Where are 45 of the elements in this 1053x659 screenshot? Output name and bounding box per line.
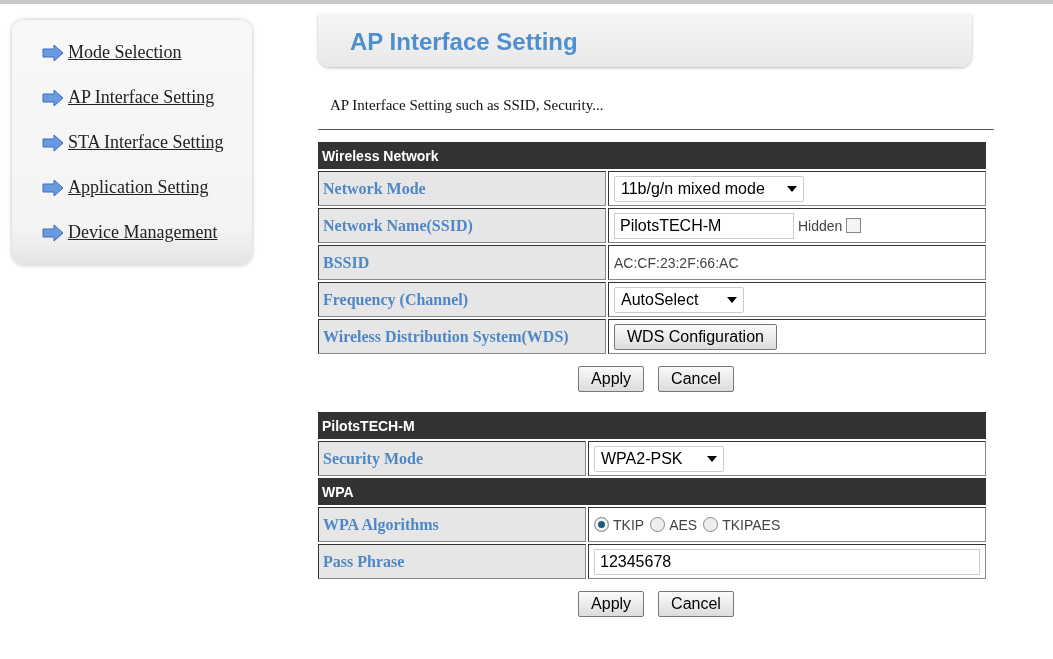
field-label: Security Mode bbox=[318, 441, 586, 476]
checkbox[interactable] bbox=[846, 218, 862, 233]
apply-button[interactable]: Apply bbox=[578, 591, 645, 617]
arrow-icon bbox=[42, 133, 64, 152]
sidebar-link[interactable]: Device Management bbox=[68, 222, 218, 243]
arrow-icon bbox=[42, 43, 64, 62]
bssid-value: AC:CF:23:2F:66:AC bbox=[614, 254, 739, 271]
radio-label: TKIP bbox=[613, 516, 645, 533]
radio-button[interactable] bbox=[650, 517, 666, 532]
radio-label: AES bbox=[669, 516, 698, 533]
input-field[interactable]: 12345678 bbox=[594, 548, 980, 575]
section-header: WPA bbox=[318, 478, 986, 505]
radio-button[interactable] bbox=[594, 517, 609, 532]
field-label: Network Mode bbox=[318, 171, 606, 206]
section-header: PilotsTECH-M bbox=[318, 412, 986, 439]
apply-button[interactable]: Apply bbox=[578, 366, 645, 392]
radio-label: TKIPAES bbox=[722, 516, 781, 533]
arrow-icon bbox=[42, 223, 64, 242]
arrow-icon bbox=[42, 178, 64, 197]
description: AP Interface Setting such as SSID, Security... bbox=[330, 97, 605, 114]
dropdown[interactable]: 11b/g/n mixed mode bbox=[614, 175, 804, 202]
cancel-button[interactable]: Cancel bbox=[658, 591, 734, 617]
sidebar-link[interactable]: STA Interface Setting bbox=[68, 132, 224, 153]
field-label: BSSID bbox=[318, 245, 606, 280]
field-label: WPA Algorithms bbox=[318, 507, 586, 542]
arrow-icon bbox=[42, 88, 64, 107]
page-title: AP Interface Setting bbox=[350, 27, 578, 56]
wds-button[interactable]: WDS Configuration bbox=[614, 323, 777, 350]
field-label: Network Name(SSID) bbox=[318, 208, 606, 243]
caret-icon bbox=[707, 455, 717, 462]
cancel-button[interactable]: Cancel bbox=[658, 366, 734, 392]
sidebar-link[interactable]: Mode Selection bbox=[68, 42, 182, 63]
field-label: Pass Phrase bbox=[318, 544, 586, 579]
radio-button[interactable] bbox=[703, 517, 719, 532]
sidebar-link[interactable]: Application Setting bbox=[68, 177, 209, 198]
dropdown[interactable]: AutoSelect bbox=[614, 286, 744, 313]
field-label: Wireless Distribution System(WDS) bbox=[318, 319, 606, 354]
sidebar-link[interactable]: AP Interface Setting bbox=[68, 87, 215, 108]
input-field[interactable]: PilotsTECH-M bbox=[614, 212, 794, 239]
caret-icon bbox=[727, 296, 737, 303]
checkbox-label: Hidden bbox=[798, 217, 843, 234]
field-label: Frequency (Channel) bbox=[318, 282, 606, 317]
caret-icon bbox=[787, 185, 797, 192]
section-header: Wireless Network bbox=[318, 142, 986, 169]
dropdown[interactable]: WPA2-PSK bbox=[594, 445, 724, 472]
